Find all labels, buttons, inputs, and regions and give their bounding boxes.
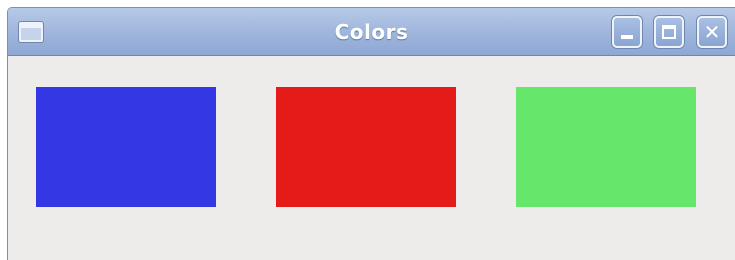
colors-window: Colors ✕ xyxy=(7,7,735,260)
red-rectangle xyxy=(276,87,456,207)
green-rectangle xyxy=(516,87,696,207)
maximize-button[interactable] xyxy=(654,16,684,48)
close-button[interactable]: ✕ xyxy=(697,16,727,48)
title-bar[interactable]: Colors ✕ xyxy=(8,8,735,56)
drawing-area xyxy=(8,56,735,260)
minimize-button[interactable] xyxy=(612,16,642,48)
close-icon: ✕ xyxy=(703,20,721,44)
minimize-icon xyxy=(621,35,633,39)
maximize-icon xyxy=(662,25,676,39)
blue-rectangle xyxy=(36,87,216,207)
